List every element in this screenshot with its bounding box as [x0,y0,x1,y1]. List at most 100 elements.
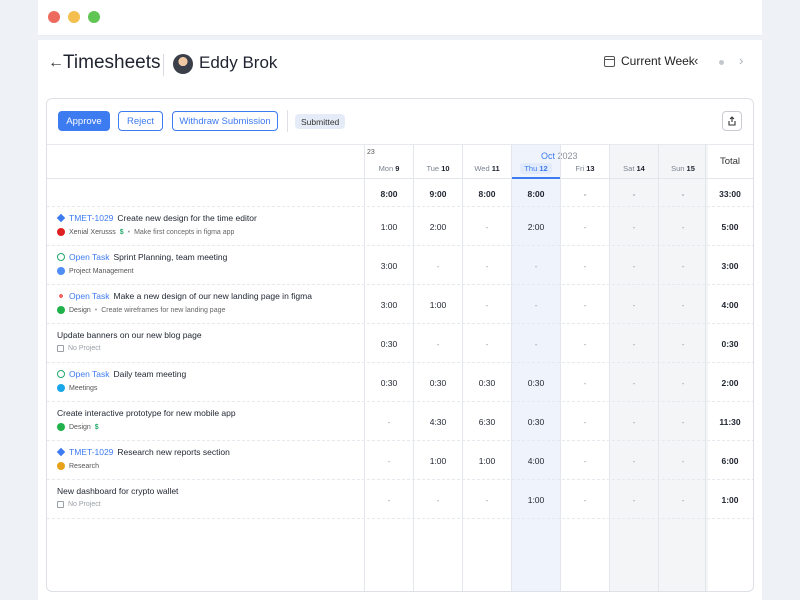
hours-cell[interactable]: 4:00 [512,456,560,466]
hours-cell[interactable]: - [610,261,658,271]
task-row[interactable]: Open Task Daily team meeting Meetings [57,369,362,392]
hours-cell[interactable]: - [512,300,560,310]
hours-cell[interactable]: - [561,495,609,505]
day-total-cell: - [632,189,636,199]
task-row[interactable]: New dashboard for crypto wallet No Projec… [57,486,362,508]
hours-cell[interactable]: 1:00 [463,456,511,466]
column-divider [364,145,365,591]
hours-cell[interactable]: 6:30 [463,417,511,427]
maximize-window-button[interactable] [88,11,100,23]
hours-cell[interactable]: 1:00 [512,495,560,505]
hours-cell[interactable]: - [659,261,707,271]
task-key-link[interactable]: Open Task [69,291,109,301]
hours-cell[interactable]: - [610,378,658,388]
export-button[interactable] [722,111,742,131]
hours-cell[interactable]: - [414,495,462,505]
status-badge: Submitted [295,114,346,129]
hours-cell[interactable]: 0:30 [512,378,560,388]
row-divider [47,518,753,519]
task-title-line: Open Task Make a new design of our new la… [57,291,362,301]
task-key-link[interactable]: TMET-1029 [69,447,113,457]
hours-cell[interactable]: 1:00 [414,300,462,310]
hours-cell[interactable]: 1:00 [365,222,413,232]
hours-cell[interactable]: - [463,222,511,232]
hours-cell[interactable]: - [610,417,658,427]
task-row[interactable]: Open Task Make a new design of our new la… [57,291,362,314]
hours-cell[interactable]: - [659,456,707,466]
hours-cell[interactable]: 0:30 [414,378,462,388]
task-title-line: Open Task Sprint Planning, team meeting [57,252,362,262]
withdraw-submission-button[interactable]: Withdraw Submission [172,111,278,131]
hours-cell[interactable]: - [561,378,609,388]
hours-cell[interactable]: 2:00 [512,222,560,232]
task-key-link[interactable]: TMET-1029 [69,213,113,223]
task-title: Make a new design of our new landing pag… [113,291,312,301]
minimize-window-button[interactable] [68,11,80,23]
hours-cell[interactable]: 0:30 [365,378,413,388]
project-name: Meetings [69,384,98,392]
hours-cell[interactable]: - [561,339,609,349]
day-header-tue: Tue 10 [414,164,462,173]
hours-cell[interactable]: - [365,495,413,505]
task-row[interactable]: TMET-1029 Research new reports section Res… [56,447,362,470]
hours-cell[interactable]: - [463,495,511,505]
hours-cell[interactable]: - [414,261,462,271]
hours-cell[interactable]: - [610,456,658,466]
task-meta-line: Design • Create wireframes for new landing… [57,306,362,314]
hours-cell[interactable]: - [561,456,609,466]
hours-cell[interactable]: - [610,222,658,232]
next-week-button[interactable]: › [739,53,743,68]
week-selector[interactable]: Current Week [604,54,695,68]
hours-cell[interactable]: 0:30 [463,378,511,388]
hours-cell[interactable]: - [610,495,658,505]
hours-cell[interactable]: - [463,339,511,349]
hours-cell[interactable]: 3:00 [365,261,413,271]
close-window-button[interactable] [48,11,60,23]
back-arrow-icon[interactable]: ← [48,54,64,72]
hours-cell[interactable]: - [512,339,560,349]
hours-cell[interactable]: 0:30 [365,339,413,349]
day-name: Thu [524,164,540,173]
row-divider [47,401,753,402]
hours-cell[interactable]: 0:30 [512,417,560,427]
row-divider [47,362,753,363]
task-row[interactable]: Update banners on our new blog page No Pr… [57,330,362,352]
hours-cell[interactable]: - [463,261,511,271]
hours-cell[interactable]: - [512,261,560,271]
hours-cell[interactable]: - [659,339,707,349]
hours-cell[interactable]: - [610,339,658,349]
task-key-link[interactable]: Open Task [69,252,109,262]
hours-cell[interactable]: 3:00 [365,300,413,310]
day-total-cell: - [681,189,685,199]
hours-cell[interactable]: - [561,300,609,310]
approve-button[interactable]: Approve [58,111,110,131]
project-color-dot [57,306,65,314]
day-number: 9 [395,164,400,173]
hours-cell[interactable]: - [561,417,609,427]
hours-cell[interactable]: 4:30 [414,417,462,427]
task-row[interactable]: Open Task Sprint Planning, team meeting Pr… [57,252,362,275]
reject-button[interactable]: Reject [118,111,163,131]
hours-cell[interactable]: - [561,222,609,232]
hours-cell[interactable]: - [659,378,707,388]
hours-cell[interactable]: - [659,300,707,310]
hours-cell[interactable]: - [414,339,462,349]
current-week-dot[interactable] [719,60,724,65]
hours-cell[interactable]: - [365,456,413,466]
task-row[interactable]: TMET-1029 Create new design for the time … [56,213,362,236]
hours-cell[interactable]: - [365,417,413,427]
previous-week-button[interactable]: ‹ [694,53,698,68]
hours-cell[interactable]: 2:00 [414,222,462,232]
hours-cell[interactable]: - [561,261,609,271]
total-column-header: Total [719,156,741,167]
task-row[interactable]: Create interactive prototype for new mob… [57,408,362,431]
month-label: Oct [541,151,556,161]
hours-cell[interactable]: - [610,300,658,310]
hours-cell[interactable]: - [659,495,707,505]
column-divider [609,145,610,591]
hours-cell[interactable]: - [659,417,707,427]
task-key-link[interactable]: Open Task [69,369,109,379]
hours-cell[interactable]: - [659,222,707,232]
hours-cell[interactable]: - [463,300,511,310]
hours-cell[interactable]: 1:00 [414,456,462,466]
